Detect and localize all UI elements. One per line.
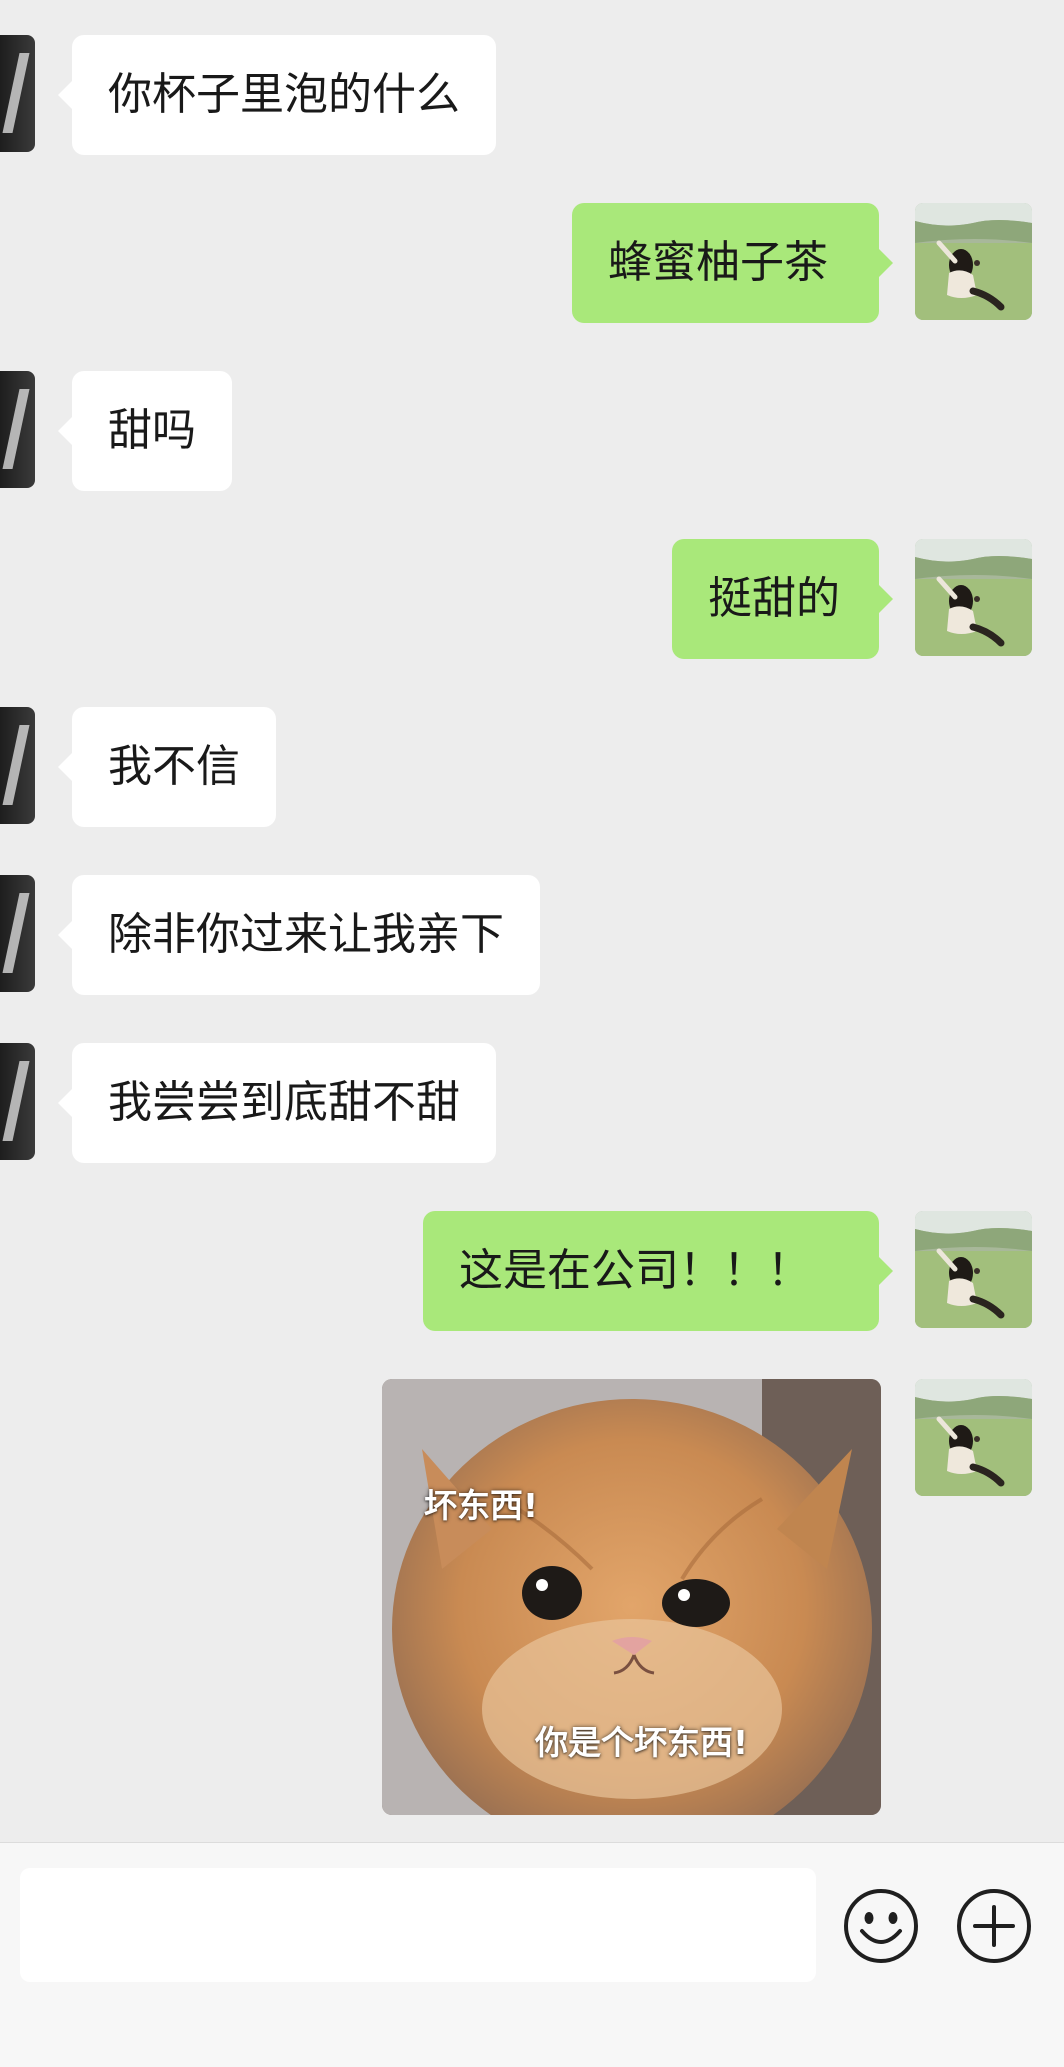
message-bubble-outgoing[interactable]: 蜂蜜柚子茶 [572,203,893,323]
user-avatar[interactable] [915,203,1032,320]
contact-avatar[interactable] [0,707,35,824]
message-row: 你杯子里泡的什么 [0,35,1064,155]
contact-avatar[interactable] [0,875,35,992]
message-row: 我尝尝到底甜不甜 [0,1043,1064,1163]
message-bubble-incoming[interactable]: 我不信 [58,707,276,827]
message-row: 挺甜的 [0,539,1064,659]
message-row: 我不信 [0,707,1064,827]
message-bubble-incoming[interactable]: 甜吗 [58,371,232,491]
message-bubble-incoming[interactable]: 你杯子里泡的什么 [58,35,496,155]
contact-avatar[interactable] [0,1043,35,1160]
message-row: 坏东西! 你是个坏东西! [0,1379,1064,1815]
message-bubble-outgoing[interactable]: 挺甜的 [672,539,893,659]
message-input[interactable] [20,1868,816,1982]
user-avatar[interactable] [915,1211,1032,1328]
emoji-icon[interactable] [842,1887,920,1965]
user-avatar[interactable] [915,539,1032,656]
message-row: 除非你过来让我亲下 [0,875,1064,995]
message-row: 甜吗 [0,371,1064,491]
sticker-caption-top: 坏东西! [424,1486,539,1525]
message-bubble-incoming[interactable]: 除非你过来让我亲下 [58,875,540,995]
message-row: 这是在公司！！！ [0,1211,1064,1331]
chat-area[interactable]: 你杯子里泡的什么 蜂蜜柚子茶 甜吗 挺甜的 我不信 除非你过来让我亲下 我尝尝到… [0,0,1064,1842]
cat-sticker-image[interactable]: 坏东西! 你是个坏东西! [382,1379,881,1815]
sticker-caption-bottom: 你是个坏东西! [535,1723,749,1762]
message-bubble-incoming[interactable]: 我尝尝到底甜不甜 [58,1043,496,1163]
message-row: 蜂蜜柚子茶 [0,203,1064,323]
message-bubble-outgoing[interactable]: 这是在公司！！！ [423,1211,893,1331]
plus-circle-icon[interactable] [955,1887,1033,1965]
contact-avatar[interactable] [0,371,35,488]
input-bar [0,1842,1064,2067]
user-avatar[interactable] [915,1379,1032,1496]
contact-avatar[interactable] [0,35,35,152]
